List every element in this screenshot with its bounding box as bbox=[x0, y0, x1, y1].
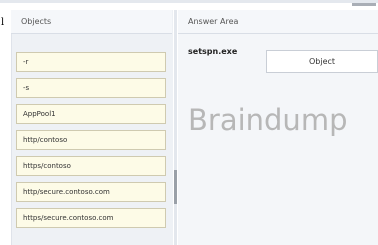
draggable-object-r[interactable]: -r bbox=[16, 52, 166, 72]
draggable-object-s[interactable]: -s bbox=[16, 78, 166, 98]
draggable-object-http-secure[interactable]: http/secure.contoso.com bbox=[16, 182, 166, 202]
top-border bbox=[0, 0, 378, 3]
top-border-accent bbox=[352, 3, 376, 6]
draggable-object-https-secure[interactable]: https/secure.contoso.com bbox=[16, 208, 166, 228]
draggable-object-apppool1[interactable]: AppPool1 bbox=[16, 104, 166, 124]
objects-scrollbar-thumb[interactable] bbox=[174, 170, 177, 204]
watermark-text: Braindump bbox=[188, 103, 348, 137]
answer-area-header: Answer Area bbox=[178, 10, 378, 34]
command-label: setspn.exe bbox=[188, 47, 238, 56]
object-drop-target[interactable]: Object bbox=[266, 50, 378, 73]
objects-scrollbar-track[interactable] bbox=[174, 10, 177, 245]
draggable-object-http-contoso[interactable]: http/contoso bbox=[16, 130, 166, 150]
objects-list: -r -s AppPool1 http/contoso https/contos… bbox=[16, 52, 166, 234]
stray-character: l bbox=[1, 17, 5, 28]
objects-panel-header: Objects bbox=[11, 10, 172, 34]
draggable-object-https-contoso[interactable]: https/contoso bbox=[16, 156, 166, 176]
